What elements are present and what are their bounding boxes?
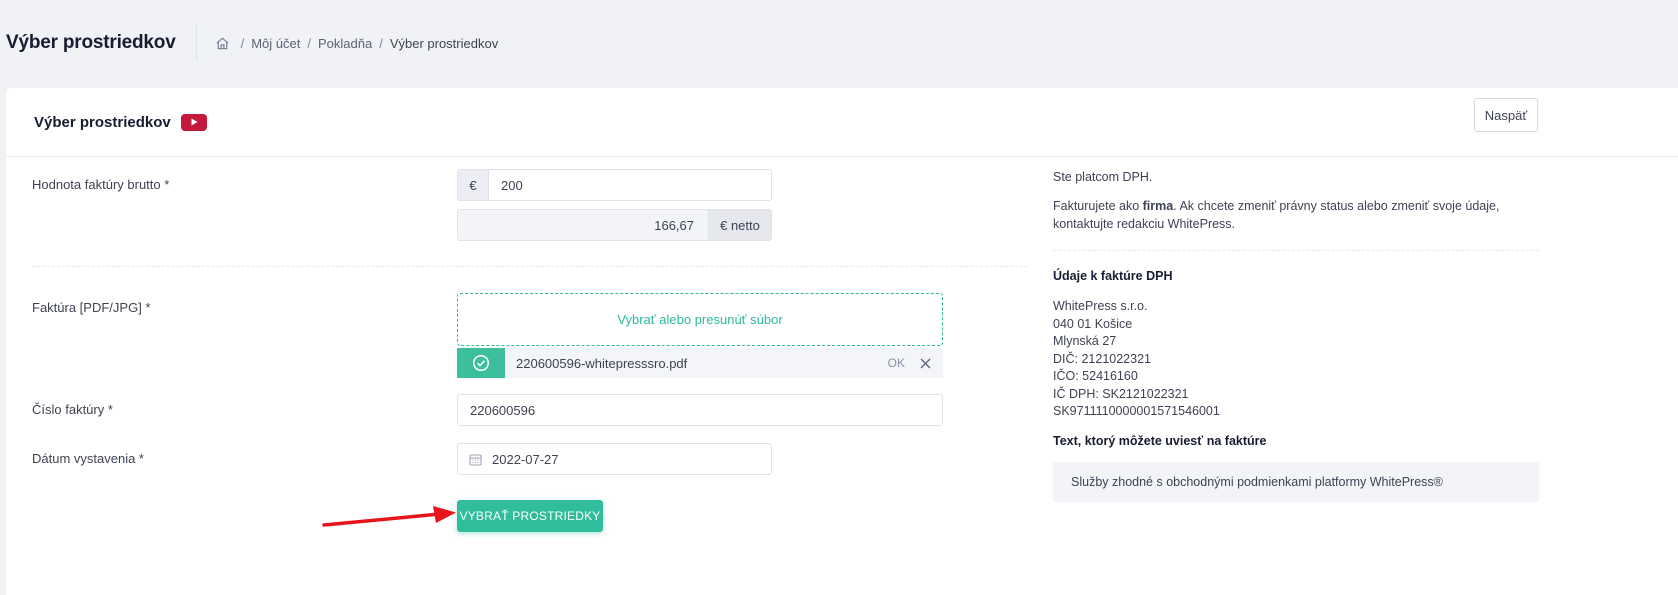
subheader: Výber prostriedkov / Môj účet / Pokladňa…: [0, 0, 1678, 86]
issue-date-label: Dátum vystavenia *: [32, 451, 144, 466]
breadcrumb-item-checkout[interactable]: Pokladňa: [318, 36, 372, 51]
invoice-text-heading: Text, ktorý môžete uviesť na faktúre: [1053, 434, 1267, 448]
vat-info-panel: Ste platcom DPH. Fakturujete ako firma. …: [1053, 170, 1539, 470]
youtube-icon[interactable]: [180, 113, 207, 131]
withdraw-funds-button[interactable]: VYBRAŤ PROSTRIEDKY: [457, 500, 603, 532]
uploaded-file-row: 220600596-whitepresssro.pdf OK: [457, 348, 943, 378]
issue-date-input[interactable]: [492, 444, 770, 474]
uploaded-file-name: 220600596-whitepresssro.pdf: [516, 355, 688, 371]
annotation-arrow-icon: [322, 506, 456, 527]
net-value: 166,67: [654, 217, 694, 233]
check-circle-icon: [457, 348, 505, 378]
invoice-number-group: [457, 394, 943, 426]
company-line: 040 01 Košice: [1053, 317, 1133, 331]
close-icon[interactable]: [915, 353, 935, 373]
gross-value-group: €: [457, 169, 772, 201]
form-divider: [32, 266, 1028, 267]
gross-value-input[interactable]: [489, 170, 769, 200]
back-button[interactable]: Naspäť: [1474, 98, 1538, 132]
vat-payer-text: Ste platcom DPH.: [1053, 170, 1153, 184]
company-line: IČ DPH: SK2121022321: [1053, 387, 1189, 401]
company-line: SK9711110000001571546001: [1053, 404, 1220, 418]
info-divider: [1053, 250, 1539, 251]
invoice-file-label: Faktúra [PDF/JPG] *: [32, 300, 151, 315]
breadcrumb-separator: /: [307, 35, 311, 51]
invoicing-status-suffix: . Ak chcete zmeniť právny status alebo z…: [1173, 199, 1500, 213]
company-line: IČO: 52416160: [1053, 369, 1138, 383]
invoicing-status-bold: firma: [1142, 199, 1174, 213]
invoicing-status-text: Fakturujete ako firma. Ak chcete zmeniť …: [1053, 199, 1499, 213]
invoice-data-heading: Údaje k faktúre DPH: [1053, 269, 1173, 283]
breadcrumb-separator: /: [240, 35, 245, 51]
net-addon: € netto: [708, 210, 771, 240]
issue-date-group: [457, 443, 772, 475]
home-icon[interactable]: [215, 36, 230, 51]
invoice-number-input[interactable]: [458, 395, 942, 425]
page-title: Výber prostriedkov: [6, 32, 176, 53]
invoice-text-box: Služby zhodné s obchodnými podmienkami p…: [1053, 462, 1539, 502]
calendar-icon[interactable]: [458, 444, 492, 474]
breadcrumb: / Môj účet / Pokladňa / Výber prostriedk…: [215, 35, 499, 51]
invoicing-status-text-line2: kontaktujte redakciu WhitePress.: [1053, 217, 1236, 231]
breadcrumb-separator: /: [379, 35, 383, 51]
net-value-group: 166,67 € netto: [457, 209, 772, 241]
currency-addon: €: [458, 170, 489, 200]
card-title: Výber prostriedkov: [34, 113, 171, 131]
gross-value-label: Hodnota faktúry brutto *: [32, 177, 170, 192]
withdrawal-card: Výber prostriedkov Naspäť Hodnota faktúr…: [6, 88, 1678, 595]
company-line: Mlynská 27: [1053, 334, 1117, 348]
breadcrumb-item-account[interactable]: Môj účet: [251, 36, 300, 51]
card-header: Výber prostriedkov Naspäť: [6, 88, 1678, 157]
company-line: WhitePress s.r.o.: [1053, 299, 1148, 313]
upload-status: OK: [887, 356, 905, 370]
subheader-divider: [195, 25, 197, 61]
file-dropzone[interactable]: Vybrať alebo presunúť súbor: [457, 293, 943, 346]
breadcrumb-item-current: Výber prostriedkov: [389, 35, 499, 51]
company-line: DIČ: 2121022321: [1053, 352, 1151, 366]
invoice-number-label: Číslo faktúry *: [32, 402, 113, 417]
invoicing-status-prefix: Fakturujete ako: [1053, 199, 1143, 213]
